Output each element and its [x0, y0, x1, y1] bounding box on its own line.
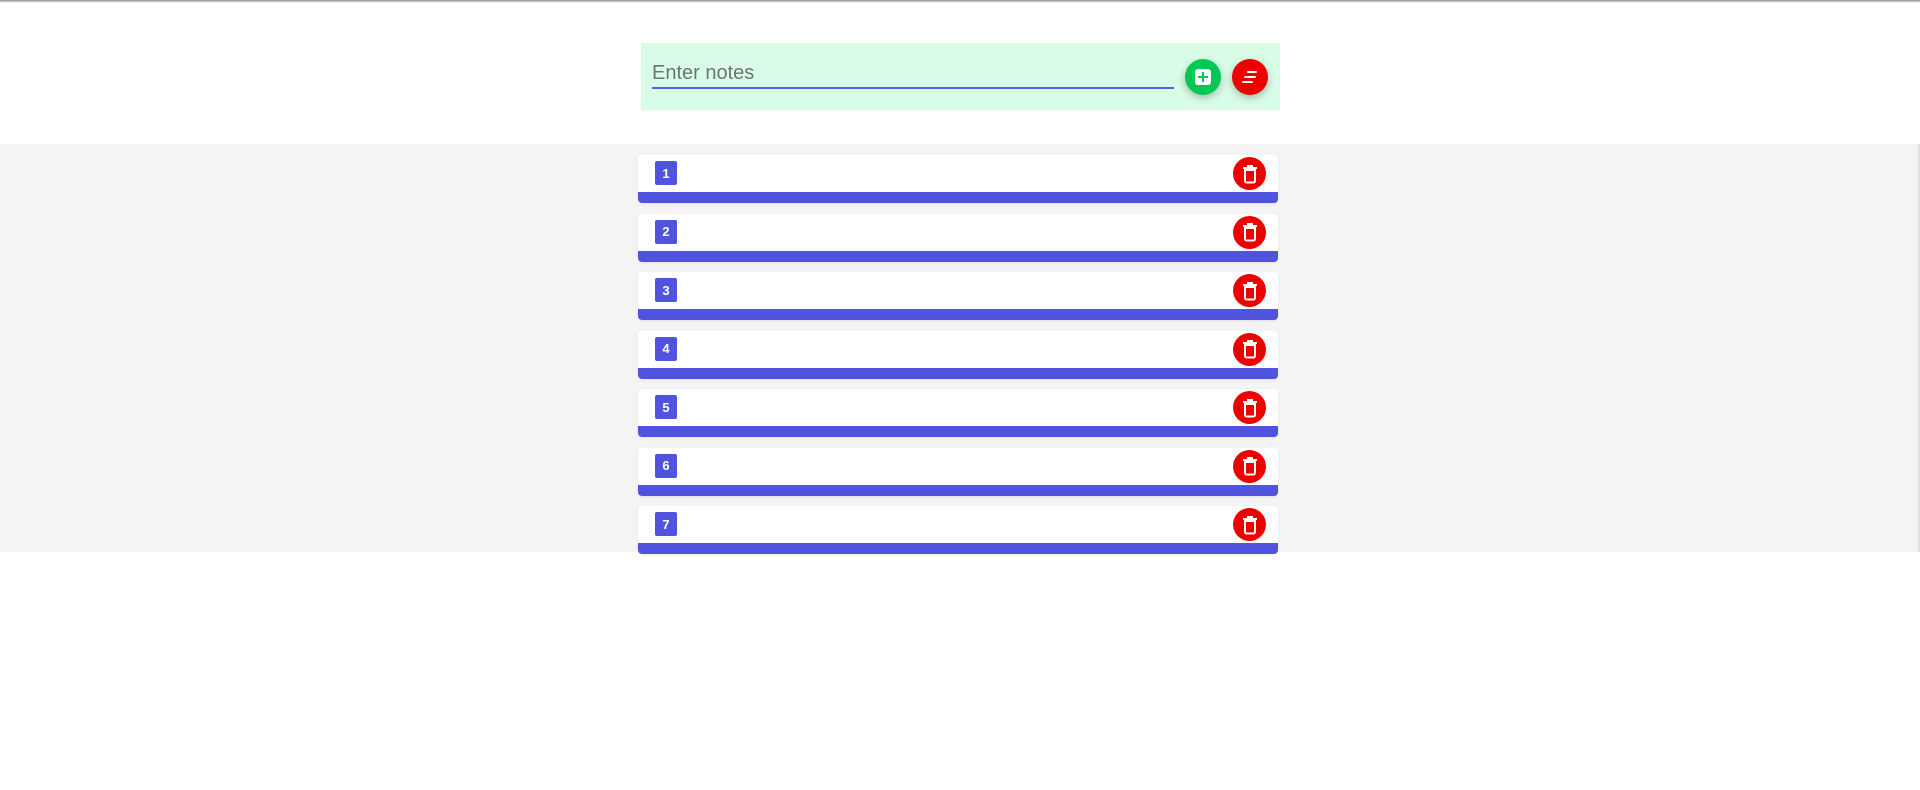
note-accent-bar — [638, 250, 1278, 262]
plus-square-icon — [1195, 69, 1211, 85]
note-accent-bar — [638, 367, 1278, 379]
trash-icon — [1242, 398, 1257, 417]
note-accent-bar — [638, 192, 1278, 203]
note-card: 6 — [638, 447, 1278, 496]
note-accent-bar — [638, 484, 1278, 496]
delete-note-button[interactable] — [1233, 274, 1266, 307]
note-number-badge: 6 — [655, 453, 677, 478]
note-card: 5 — [638, 389, 1278, 437]
note-number-badge: 3 — [655, 278, 677, 302]
trash-icon — [1242, 281, 1257, 300]
delete-note-button[interactable] — [1233, 391, 1266, 424]
note-number-badge: 4 — [655, 336, 677, 361]
note-number-badge: 7 — [655, 512, 677, 536]
note-card: 4 — [638, 330, 1278, 379]
notes-input[interactable] — [652, 61, 1174, 89]
trash-icon — [1242, 515, 1257, 534]
delete-note-button[interactable] — [1233, 215, 1266, 249]
trash-icon — [1242, 457, 1257, 476]
note-card: 3 — [638, 272, 1278, 320]
add-note-button[interactable] — [1185, 59, 1221, 95]
note-card: 1 — [638, 155, 1278, 203]
trash-icon — [1242, 340, 1257, 359]
note-number-badge: 2 — [655, 219, 677, 244]
delete-note-button[interactable] — [1233, 332, 1266, 366]
trash-icon — [1242, 223, 1257, 242]
note-input-panel — [641, 43, 1280, 110]
clear-list-icon — [1242, 71, 1257, 83]
note-number-badge: 1 — [655, 161, 677, 185]
note-number-badge: 5 — [655, 395, 677, 419]
delete-note-button[interactable] — [1233, 157, 1266, 190]
clear-all-button[interactable] — [1232, 59, 1268, 95]
note-card: 7 — [638, 506, 1278, 554]
note-card: 2 — [638, 213, 1278, 262]
note-accent-bar — [638, 426, 1278, 437]
top-shadow — [0, 0, 1920, 3]
delete-note-button[interactable] — [1233, 449, 1266, 483]
note-accent-bar — [638, 543, 1278, 554]
delete-note-button[interactable] — [1233, 508, 1266, 541]
trash-icon — [1242, 164, 1257, 183]
note-accent-bar — [638, 309, 1278, 320]
